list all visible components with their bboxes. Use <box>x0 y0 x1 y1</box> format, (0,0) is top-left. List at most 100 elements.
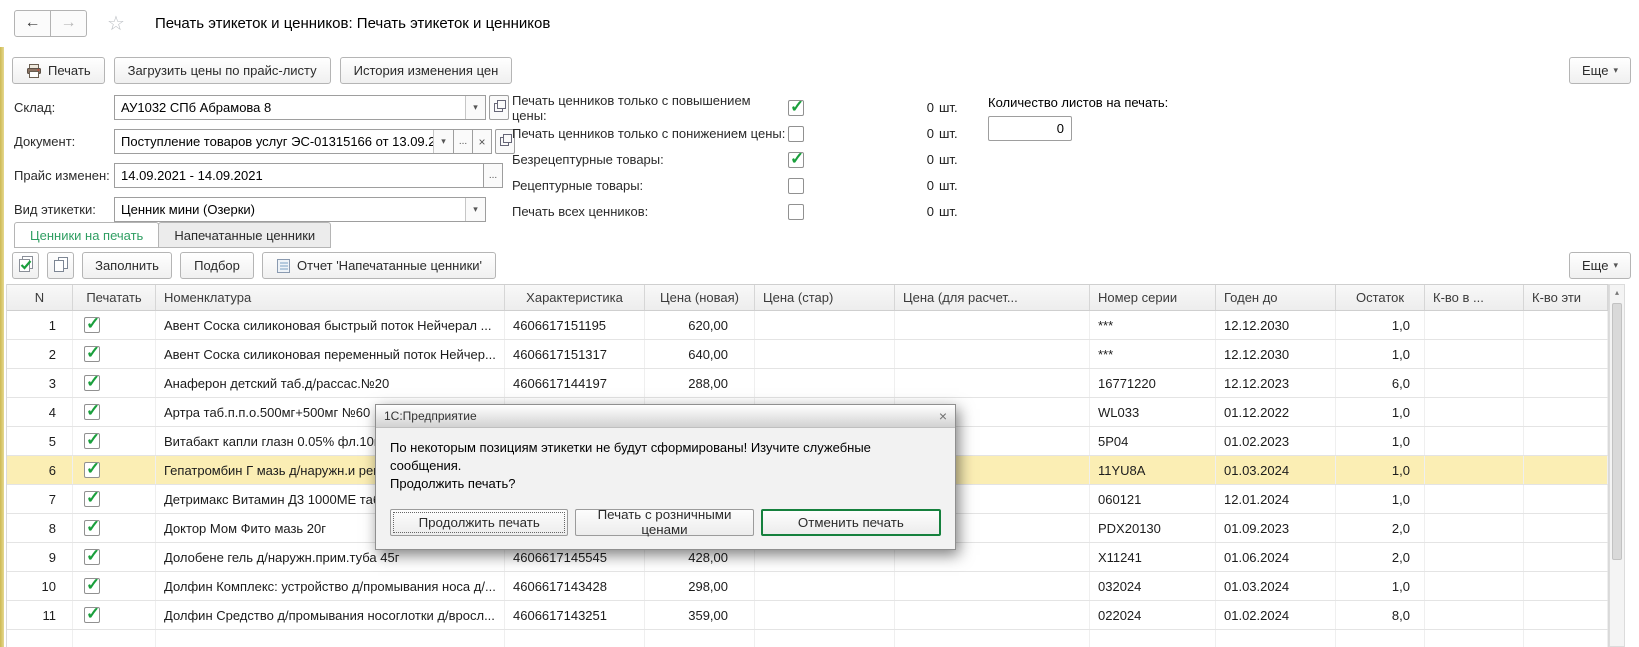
cell-price_old <box>755 601 895 629</box>
column-header[interactable]: К-во эти <box>1524 285 1608 310</box>
vertical-scrollbar[interactable]: ▴ <box>1609 284 1625 647</box>
document-ellipsis-button[interactable]: ... <box>453 129 473 154</box>
report-icon <box>276 258 291 274</box>
label-type-dropdown-icon[interactable]: ▾ <box>465 198 485 221</box>
print-checkbox[interactable]: ✓ <box>84 462 100 478</box>
close-icon[interactable]: × <box>939 409 947 423</box>
cell-series: 11YU8A <box>1090 456 1216 484</box>
price-history-button[interactable]: История изменения цен <box>340 57 513 84</box>
cell-char: 4606617144197 <box>505 369 645 397</box>
back-button[interactable]: ← <box>14 10 51 37</box>
checkmark-icon: ✓ <box>86 314 100 334</box>
print-checkbox[interactable]: ✓ <box>84 491 100 507</box>
checkbox[interactable] <box>788 204 804 220</box>
checkbox-label: Рецептурные товары: <box>512 178 788 193</box>
tab-bar: Ценники на печать Напечатанные ценники <box>14 222 1639 248</box>
column-header[interactable]: Номер серии <box>1090 285 1216 310</box>
column-header[interactable]: N <box>7 285 73 310</box>
warehouse-dropdown-icon[interactable]: ▾ <box>465 96 485 119</box>
checkmark-icon: ✓ <box>86 546 100 566</box>
dialog-body: По некоторым позициям этикетки не будут … <box>376 428 955 549</box>
print-checkbox[interactable]: ✓ <box>84 549 100 565</box>
document-input[interactable]: Поступление товаров услуг ЭС-01315166 от… <box>114 129 454 154</box>
column-header[interactable]: Цена (стар) <box>755 285 895 310</box>
table-row[interactable]: 1✓Авент Соска силиконовая быстрый поток … <box>7 311 1608 340</box>
scroll-up-icon[interactable]: ▴ <box>1610 285 1624 300</box>
table-row[interactable]: 2✓Авент Соска силиконовая переменный пот… <box>7 340 1608 369</box>
checkbox[interactable]: ✓ <box>788 100 804 116</box>
document-dropdown-icon[interactable]: ▾ <box>433 130 453 153</box>
print-checkbox[interactable]: ✓ <box>84 317 100 333</box>
print-checkbox[interactable]: ✓ <box>84 578 100 594</box>
warehouse-input[interactable]: АУ1032 СПб Абрамова 8 ▾ <box>114 95 486 120</box>
document-clear-icon[interactable]: × <box>472 129 492 154</box>
checkbox-label: Печать ценников только с повышением цены… <box>512 93 788 123</box>
cell-expiry: 01.02.2024 <box>1216 601 1336 629</box>
warehouse-value: АУ1032 СПб Абрамова 8 <box>115 96 465 119</box>
fill-button[interactable]: Заполнить <box>82 252 172 279</box>
print-retail-prices-button[interactable]: Печать с розничными ценами <box>575 509 753 536</box>
cell-qty_label <box>1524 427 1608 455</box>
column-header[interactable]: Характеристика <box>505 285 645 310</box>
checkbox-label: Печать всех ценников: <box>512 204 788 219</box>
cell-price_new: 640,00 <box>645 340 755 368</box>
column-header[interactable]: Цена (для расчет... <box>895 285 1090 310</box>
table-row[interactable]: 10✓Долфин Комплекс: устройство д/промыва… <box>7 572 1608 601</box>
forward-button[interactable]: → <box>51 10 87 37</box>
check-all-button[interactable] <box>12 252 39 279</box>
cell-series: *** <box>1090 340 1216 368</box>
load-prices-button[interactable]: Загрузить цены по прайс-листу <box>114 57 331 84</box>
cell-n: 10 <box>7 572 73 600</box>
column-header[interactable]: Номенклатура <box>156 285 505 310</box>
tab-printed-pricetags[interactable]: Напечатанные ценники <box>158 222 331 248</box>
print-checkbox[interactable]: ✓ <box>84 375 100 391</box>
cell-price_calc <box>895 311 1090 339</box>
checkbox[interactable] <box>788 126 804 142</box>
column-header[interactable]: Печатать <box>73 285 156 310</box>
favorite-star-icon[interactable]: ☆ <box>107 11 125 36</box>
print-checkbox[interactable]: ✓ <box>84 404 100 420</box>
warehouse-open-icon[interactable] <box>489 95 509 120</box>
document-value: Поступление товаров услуг ЭС-01315166 от… <box>115 130 433 153</box>
cell-stock: 1,0 <box>1336 485 1425 513</box>
print-checkbox[interactable]: ✓ <box>84 346 100 362</box>
copy-button[interactable] <box>47 252 74 279</box>
cell-qty_label <box>1524 369 1608 397</box>
checkbox[interactable] <box>788 178 804 194</box>
scrollbar-thumb[interactable] <box>1612 303 1622 560</box>
price-changed-input[interactable]: 14.09.2021 - 14.09.2021 <box>114 163 484 188</box>
checkbox-label: Печать ценников только с понижением цены… <box>512 126 788 141</box>
price-changed-ellipsis-button[interactable]: ... <box>483 163 503 188</box>
cell-qty_pack <box>1425 398 1524 426</box>
cell-print: ✓ <box>73 514 156 542</box>
table-row[interactable]: 3✓Анаферон детский таб.д/рассас.№2046066… <box>7 369 1608 398</box>
document-row: Документ: Поступление товаров услуг ЭС-0… <box>14 129 515 154</box>
label-type-input[interactable]: Ценник мини (Озерки) ▾ <box>114 197 486 222</box>
count-value: 0 <box>804 204 934 219</box>
report-button[interactable]: Отчет 'Напечатанные ценники' <box>262 252 496 279</box>
column-header[interactable]: Остаток <box>1336 285 1425 310</box>
checkbox-row: Безрецептурные товары:✓0шт. <box>512 149 958 170</box>
count-unit: шт. <box>939 100 958 115</box>
print-checkbox[interactable]: ✓ <box>84 520 100 536</box>
column-header[interactable]: К-во в ... <box>1425 285 1524 310</box>
more-button-top[interactable]: Еще ▾ <box>1569 57 1631 84</box>
checkbox[interactable]: ✓ <box>788 152 804 168</box>
column-header[interactable]: Годен до <box>1216 285 1336 310</box>
cell-print: ✓ <box>73 369 156 397</box>
checkbox-row: Рецептурные товары:0шт. <box>512 175 958 196</box>
table-row[interactable]: 11✓Долфин Средство д/промывания носоглот… <box>7 601 1608 630</box>
print-checkbox[interactable]: ✓ <box>84 607 100 623</box>
pick-button[interactable]: Подбор <box>180 252 254 279</box>
cancel-print-button[interactable]: Отменить печать <box>761 509 941 536</box>
tab-pricetags-to-print[interactable]: Ценники на печать <box>14 222 159 248</box>
print-checkbox[interactable]: ✓ <box>84 433 100 449</box>
cell-series: WL033 <box>1090 398 1216 426</box>
column-header[interactable]: Цена (новая) <box>645 285 755 310</box>
label-type-value: Ценник мини (Озерки) <box>115 198 465 221</box>
more-button-list[interactable]: Еще ▾ <box>1569 252 1631 279</box>
sheets-count-input[interactable]: 0 <box>988 116 1072 141</box>
warehouse-label: Склад: <box>14 100 114 115</box>
continue-print-button[interactable]: Продолжить печать <box>390 509 568 536</box>
print-button[interactable]: Печать <box>12 57 105 84</box>
